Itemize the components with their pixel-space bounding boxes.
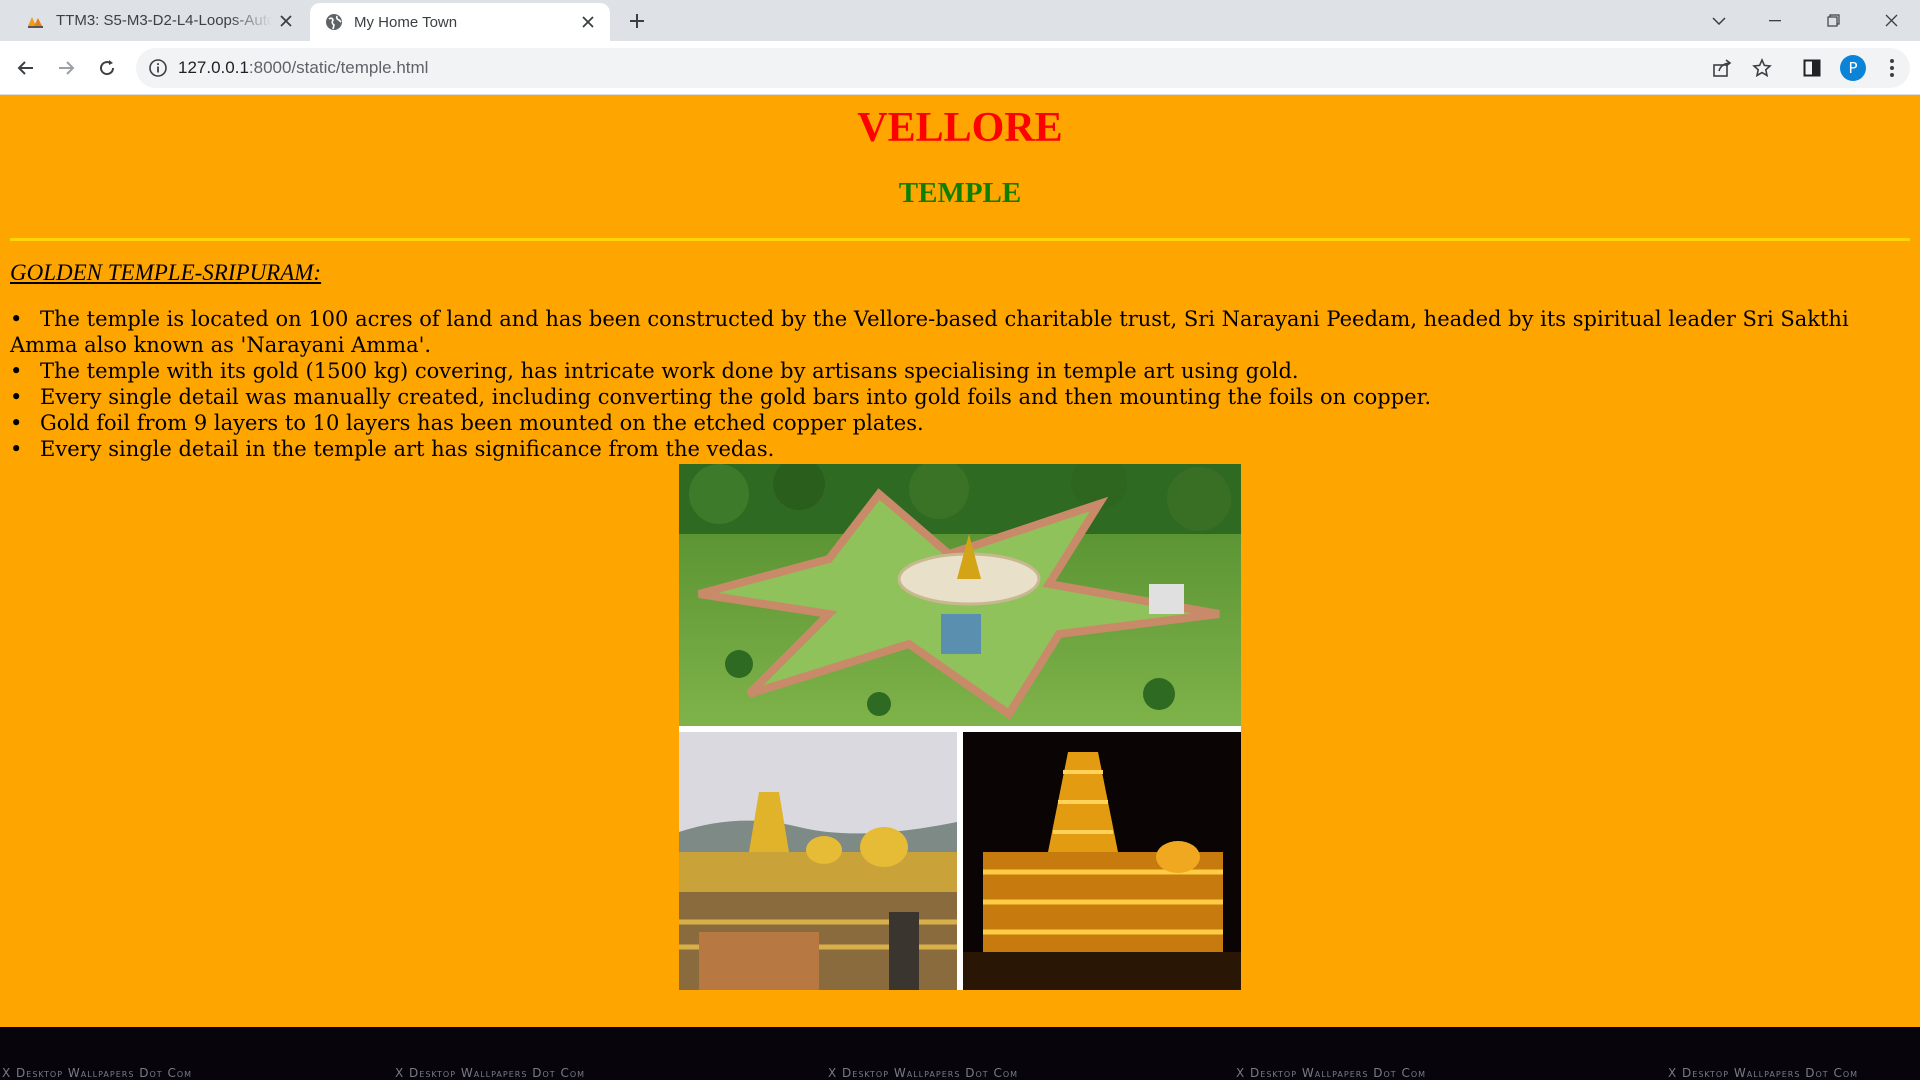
close-tab-icon[interactable] bbox=[272, 7, 300, 35]
watermark-text: X Desktop Wallpapers Dot Com bbox=[828, 1066, 1019, 1080]
watermark-text: X Desktop Wallpapers Dot Com bbox=[2, 1066, 193, 1080]
tab-my-home-town[interactable]: My Home Town bbox=[310, 3, 610, 41]
list-item: • The temple with its gold (1500 kg) cove… bbox=[10, 359, 1299, 383]
avatar: P bbox=[1840, 55, 1866, 81]
tutor-logo-icon bbox=[26, 11, 46, 31]
list-item: • The temple is located on 100 acres of l… bbox=[10, 307, 1849, 357]
list-item: • Every single detail in the temple art h… bbox=[10, 437, 775, 461]
list-item-text: The temple is located on 100 acres of la… bbox=[10, 307, 1849, 357]
fact-list: • The temple is located on 100 acres of l… bbox=[10, 306, 1900, 462]
list-item: • Gold foil from 9 layers to 10 layers ha… bbox=[10, 411, 924, 435]
restore-button[interactable] bbox=[1810, 0, 1856, 41]
page-title: VELLORE bbox=[857, 105, 1063, 151]
url-path: :8000/static/temple.html bbox=[248, 58, 429, 77]
globe-icon bbox=[324, 12, 344, 32]
list-item-text: Every single detail was manually created… bbox=[40, 385, 1432, 409]
back-button[interactable] bbox=[10, 52, 42, 84]
site-info-icon[interactable] bbox=[148, 58, 168, 78]
kebab-menu-icon[interactable] bbox=[1876, 52, 1908, 84]
divider bbox=[10, 238, 1910, 241]
temple-night-photo bbox=[963, 732, 1241, 990]
watermark-text: X Desktop Wallpapers Dot Com bbox=[395, 1066, 586, 1080]
list-item-text: The temple with its gold (1500 kg) cover… bbox=[40, 359, 1299, 383]
side-panel-icon[interactable] bbox=[1796, 52, 1828, 84]
bookmark-star-icon[interactable] bbox=[1746, 52, 1778, 84]
watermark-text: X Desktop Wallpapers Dot Com bbox=[1668, 1066, 1859, 1080]
aerial-temple-photo bbox=[679, 464, 1241, 726]
close-window-button[interactable] bbox=[1868, 0, 1914, 41]
temple-photo-collage bbox=[679, 464, 1241, 990]
new-tab-button[interactable] bbox=[622, 6, 652, 36]
browser-toolbar: 127.0.0.1:8000/static/temple.html P bbox=[0, 41, 1920, 95]
close-tab-icon[interactable] bbox=[574, 8, 602, 36]
tab-search-chevron-icon[interactable] bbox=[1696, 0, 1742, 41]
list-item-text: Every single detail in the temple art ha… bbox=[40, 437, 775, 461]
url-host: 127.0.0.1 bbox=[178, 58, 249, 77]
page-subtitle: TEMPLE bbox=[898, 177, 1022, 209]
minimize-button[interactable] bbox=[1752, 0, 1798, 41]
watermark-text: X Desktop Wallpapers Dot Com bbox=[1236, 1066, 1427, 1080]
section-title: GOLDEN TEMPLE-SRIPURAM: bbox=[10, 260, 322, 285]
reload-button[interactable] bbox=[91, 52, 123, 84]
tab-strip: TTM3: S5-M3-D2-L4-Loops-Auto My Home Tow… bbox=[0, 0, 1920, 41]
list-item: • Every single detail was manually create… bbox=[10, 385, 1432, 409]
list-item-text: Gold foil from 9 layers to 10 layers has… bbox=[40, 411, 924, 435]
url-text[interactable]: 127.0.0.1:8000/static/temple.html bbox=[178, 58, 428, 78]
tab-title: My Home Town bbox=[354, 13, 458, 31]
temple-day-photo bbox=[679, 732, 957, 990]
share-icon[interactable] bbox=[1706, 52, 1738, 84]
address-bar[interactable]: 127.0.0.1:8000/static/temple.html bbox=[136, 48, 1910, 88]
profile-avatar[interactable]: P bbox=[1837, 52, 1869, 84]
tab-title: TTM3: S5-M3-D2-L4-Loops-Auto bbox=[56, 12, 272, 29]
tab-ttm3[interactable]: TTM3: S5-M3-D2-L4-Loops-Auto bbox=[12, 0, 308, 41]
forward-button[interactable] bbox=[50, 52, 82, 84]
page-content: VELLORE TEMPLE GOLDEN TEMPLE-SRIPURAM: •… bbox=[0, 96, 1920, 1027]
